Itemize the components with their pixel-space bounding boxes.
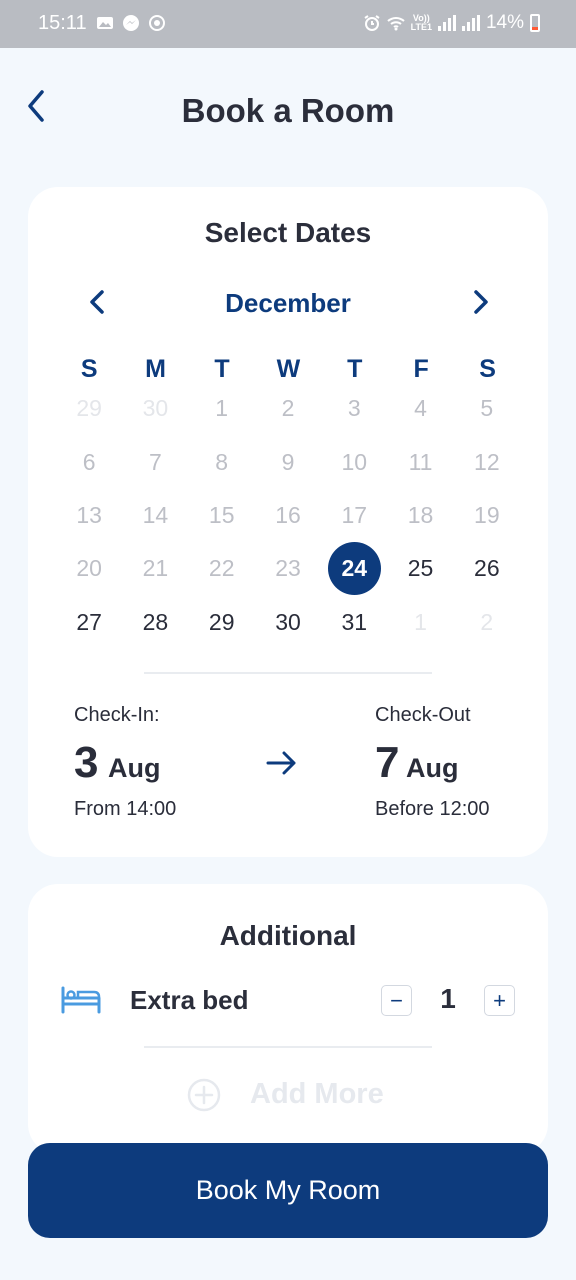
messenger-icon [123,15,139,31]
calendar-day[interactable]: 27 [56,596,122,649]
divider [144,1046,432,1048]
calendar-grid: 29 30 1 2 3 4 5 6 7 8 9 10 11 12 13 14 1… [56,382,520,649]
check-out-label: Check-Out [375,704,471,726]
calendar-week: 6 7 8 9 10 11 12 [56,435,520,488]
wifi-icon [386,17,405,31]
book-my-room-button[interactable]: Book My Room [28,1143,548,1238]
calendar-day: 21 [142,555,169,582]
check-out-day: 7 [375,738,400,787]
calendar-day: 4 [414,395,427,422]
calendar-day: 6 [82,448,96,475]
calendar-day: 8 [215,448,229,475]
weekday-label: T [347,355,363,383]
calendar-day[interactable]: 25 [387,542,453,595]
weekday-label: T [214,355,230,383]
weekday-label: W [276,355,301,383]
decrement-button[interactable]: − [381,985,412,1016]
check-out-month: Aug [406,753,459,783]
calendar-day: 2 [480,608,494,635]
status-bar: 15:11 Vo)) LTE1 14% [0,0,576,48]
calendar-day: 16 [275,501,301,528]
calendar-day: 15 [208,501,235,528]
calendar-week: 13 14 15 16 17 18 19 [56,489,520,542]
battery-percent: 14% [485,12,524,33]
calendar-day: 12 [474,448,500,475]
status-time: 15:11 [38,12,87,34]
extra-bed-label: Extra bed [130,985,249,1015]
calendar-week: 20 21 22 23 24 25 26 [56,542,520,596]
month-navigation: December [28,286,548,322]
sync-icon [149,15,165,31]
calendar-day: 22 [208,555,235,582]
add-more-link[interactable]: Add More [250,1078,384,1111]
check-in-day: 3 [74,738,99,787]
volte-indicator: Vo)) LTE1 [410,13,432,32]
calendar-day: 10 [341,448,368,475]
check-in-label: Check-In: [74,704,160,726]
calendar-day: 20 [76,555,102,582]
calendar-day[interactable]: 30 [255,596,321,649]
calendar-day[interactable]: 31 [321,596,387,649]
page-title: Book a Room [181,92,395,129]
calendar-day: 9 [281,448,295,475]
calendar-day: 3 [347,395,361,422]
calendar-week: 29 30 1 2 3 4 5 [56,382,520,435]
weekday-label: S [80,355,98,383]
calendar-day: 23 [275,555,301,582]
divider [144,672,432,674]
calendar-day: 5 [480,395,494,422]
weekday-label: S [479,355,496,383]
bed-icon [61,986,101,1014]
calendar-day: 13 [76,501,102,528]
quantity-value: 1 [440,983,456,1014]
additional-title: Additional [219,920,357,951]
gallery-icon [97,17,113,29]
calendar-day: 17 [341,501,368,528]
add-circle-icon[interactable] [187,1078,221,1112]
calendar-week: 27 28 29 30 31 1 2 [56,596,520,649]
check-out-time: Before 12:00 [375,798,490,820]
calendar-day: 2 [281,395,295,422]
signal-icon [437,15,456,31]
arrow-right-icon [266,751,296,775]
calendar-day: 1 [215,395,229,422]
calendar-day: 7 [149,448,162,475]
weekday-label: M [145,355,166,383]
calendar-day: 11 [408,448,433,475]
calendar-day: 30 [142,395,169,422]
calendar-day: 1 [414,608,427,635]
calendar-day: 18 [407,501,434,528]
signal-icon [461,15,480,31]
next-month-icon[interactable] [466,286,494,318]
additional-card: Additional [28,884,548,1154]
increment-button[interactable]: + [484,985,515,1016]
select-dates-title: Select Dates [204,217,372,248]
battery-icon [530,14,540,32]
check-in-month: Aug [108,753,161,783]
calendar-day[interactable]: 26 [454,542,520,595]
calendar-day: 29 [76,395,102,422]
calendar-day: 19 [474,501,500,528]
calendar-day-selected[interactable]: 24 [321,542,387,596]
alarm-icon [364,15,380,31]
calendar-day[interactable]: 28 [122,596,188,649]
check-in-time: From 14:00 [74,798,177,820]
weekday-label: F [413,355,429,383]
calendar-day: 14 [142,501,169,528]
calendar-day[interactable]: 29 [189,596,255,649]
weekday-header: S M T W T F S [56,355,521,384]
